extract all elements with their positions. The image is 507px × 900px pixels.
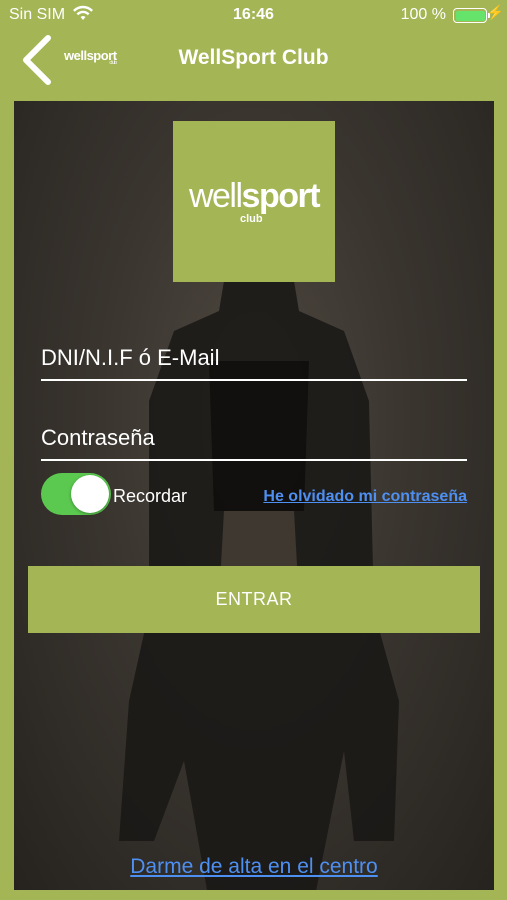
username-field — [41, 337, 467, 381]
remember-label: Recordar — [113, 486, 188, 506]
battery-icon — [453, 8, 487, 23]
password-field — [41, 417, 467, 461]
logo-text-sport: sport — [241, 177, 321, 215]
signup-link[interactable]: Darme de alta en el centro — [14, 855, 494, 879]
page-title: WellSport Club — [178, 46, 329, 69]
battery-percent: 100 % — [400, 6, 446, 23]
status-bar: Sin SIM 16:46 100 % ⚡ — [0, 0, 507, 30]
logo-sub: club — [240, 213, 263, 225]
username-input[interactable] — [41, 337, 467, 379]
login-button[interactable]: ENTRAR — [28, 566, 480, 633]
toggle-knob — [71, 475, 109, 513]
nav-bar: wellsport club WellSport Club — [0, 30, 507, 88]
charging-bolt-icon: ⚡ — [486, 4, 504, 20]
password-input[interactable] — [41, 417, 467, 459]
remember-toggle[interactable] — [41, 473, 111, 515]
wellsport-logo: wellsport club — [173, 121, 335, 282]
logo-wordmark: wellsport — [173, 177, 335, 216]
logo-text-well: well — [188, 177, 243, 215]
forgot-password-link[interactable]: He olvidado mi contraseña — [263, 488, 467, 506]
login-panel: wellsport club Recordar He olvidado mi c… — [14, 101, 494, 890]
